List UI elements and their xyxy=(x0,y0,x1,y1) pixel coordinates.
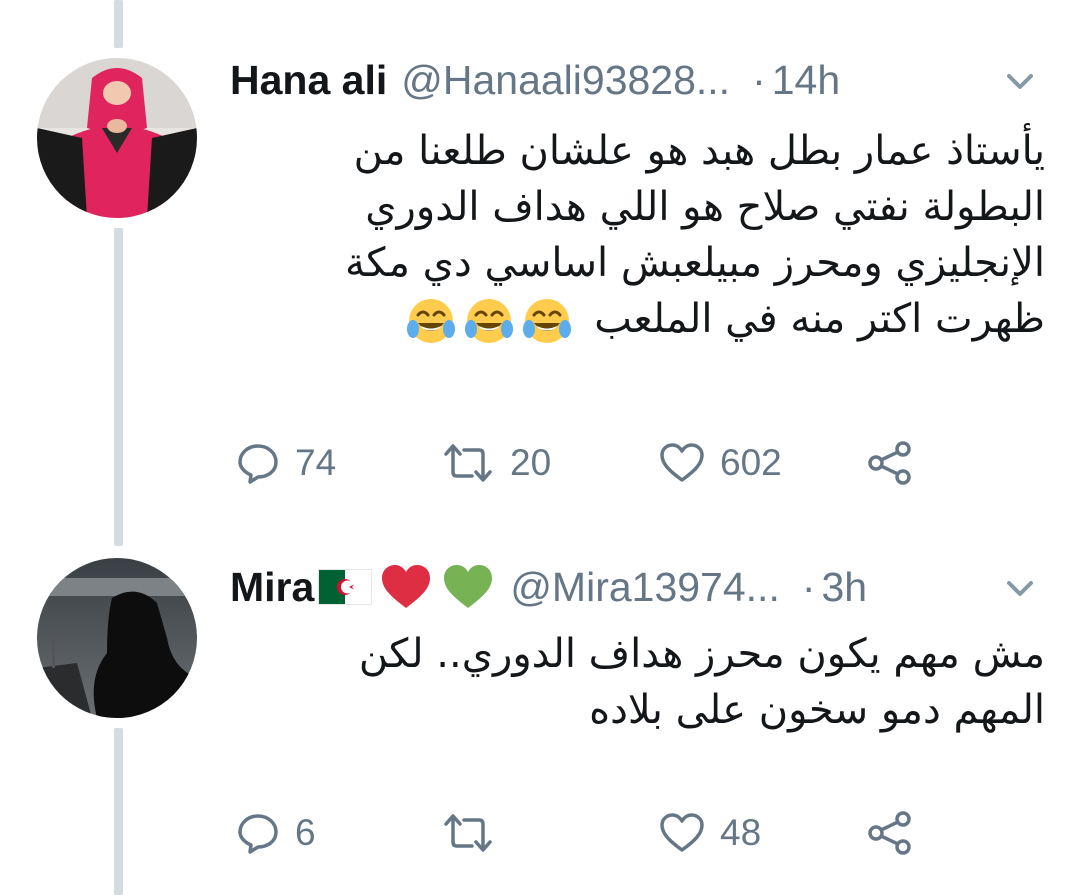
avatar[interactable] xyxy=(37,58,197,218)
heart-outline-icon xyxy=(660,443,704,482)
chevron-down-icon[interactable] xyxy=(1000,568,1040,608)
tweet-text-line: البطولة نفتي صلاح هو اللي هداف الدوري xyxy=(365,184,1045,230)
reply-button[interactable]: 74 xyxy=(235,433,336,493)
tweet-header: Hana ali @Hanaali93828... · 14h xyxy=(230,55,1050,105)
chevron-down-icon[interactable] xyxy=(1000,61,1040,101)
thread-line-middle xyxy=(114,228,123,546)
reply-button[interactable]: 6 xyxy=(235,803,316,863)
like-button[interactable]: 602 xyxy=(658,433,782,493)
like-button[interactable]: 48 xyxy=(658,803,761,863)
reply-icon xyxy=(238,814,278,854)
timestamp[interactable]: 3h xyxy=(822,564,868,611)
heart-outline-icon xyxy=(660,813,704,852)
face-with-tears-of-joy-icon xyxy=(407,299,456,343)
retweet-count: 20 xyxy=(510,442,552,483)
tweet-text: مش مهم يكون محرز هداف الدوري.. لكن المهم… xyxy=(230,626,1045,738)
reply-count: 6 xyxy=(295,812,316,853)
separator-dot: · xyxy=(752,56,766,103)
share-button[interactable] xyxy=(866,803,914,863)
like-count: 48 xyxy=(720,812,762,853)
tweet-text: يأستاذ عمار بطل هبد هو علشان طلعنا من ال… xyxy=(230,123,1045,347)
tweet-actions: 74 20 602 xyxy=(230,433,1080,493)
face-with-tears-of-joy-icon xyxy=(523,299,572,343)
tweet-text-line: المهم دمو سخون على بلاده xyxy=(589,687,1045,733)
timestamp[interactable]: 14h xyxy=(772,57,840,104)
share-icon xyxy=(868,441,911,485)
green-heart-icon xyxy=(444,565,493,608)
emoji-group xyxy=(405,295,573,347)
share-button[interactable] xyxy=(866,433,914,493)
thread-line-top xyxy=(114,0,123,48)
reply-count: 74 xyxy=(295,442,337,483)
tweet-actions: 6 48 xyxy=(230,803,1080,863)
tweet-text-line: الإنجليزي ومحرز مبيلعبش اساسي دي مكة xyxy=(344,240,1045,286)
tweet-text-line: مش مهم يكون محرز هداف الدوري.. لكن xyxy=(358,631,1045,677)
display-name[interactable]: Hana ali xyxy=(230,57,387,104)
retweet-icon xyxy=(444,444,492,482)
face-with-tears-of-joy-icon xyxy=(465,299,514,343)
separator-dot: · xyxy=(801,563,816,610)
share-icon xyxy=(868,811,911,855)
retweet-icon xyxy=(444,814,492,852)
display-name[interactable]: Mira xyxy=(230,562,496,612)
tweet-text-line: ظهرت اكتر منه في الملعب xyxy=(594,296,1045,342)
reply-icon xyxy=(238,444,278,484)
display-name-text: Mira xyxy=(230,563,315,610)
like-count: 602 xyxy=(720,442,782,483)
user-handle[interactable]: @Hanaali93828... xyxy=(401,57,730,104)
tweet-text-line: يأستاذ عمار بطل هبد هو علشان طلعنا من xyxy=(353,128,1045,174)
algeria-flag-icon xyxy=(318,569,373,605)
avatar[interactable] xyxy=(37,558,197,718)
retweet-button[interactable]: 20 xyxy=(440,433,551,493)
tweet-text-line-last: ظهرت اكتر منه في الملعب xyxy=(230,291,1045,347)
thread-line-bottom xyxy=(114,728,123,895)
retweet-button[interactable] xyxy=(440,803,510,863)
red-heart-icon xyxy=(382,565,431,608)
tweet-header: Mira @Mira13974... · 3h xyxy=(230,562,1050,612)
user-handle[interactable]: @Mira13974... xyxy=(510,564,780,611)
